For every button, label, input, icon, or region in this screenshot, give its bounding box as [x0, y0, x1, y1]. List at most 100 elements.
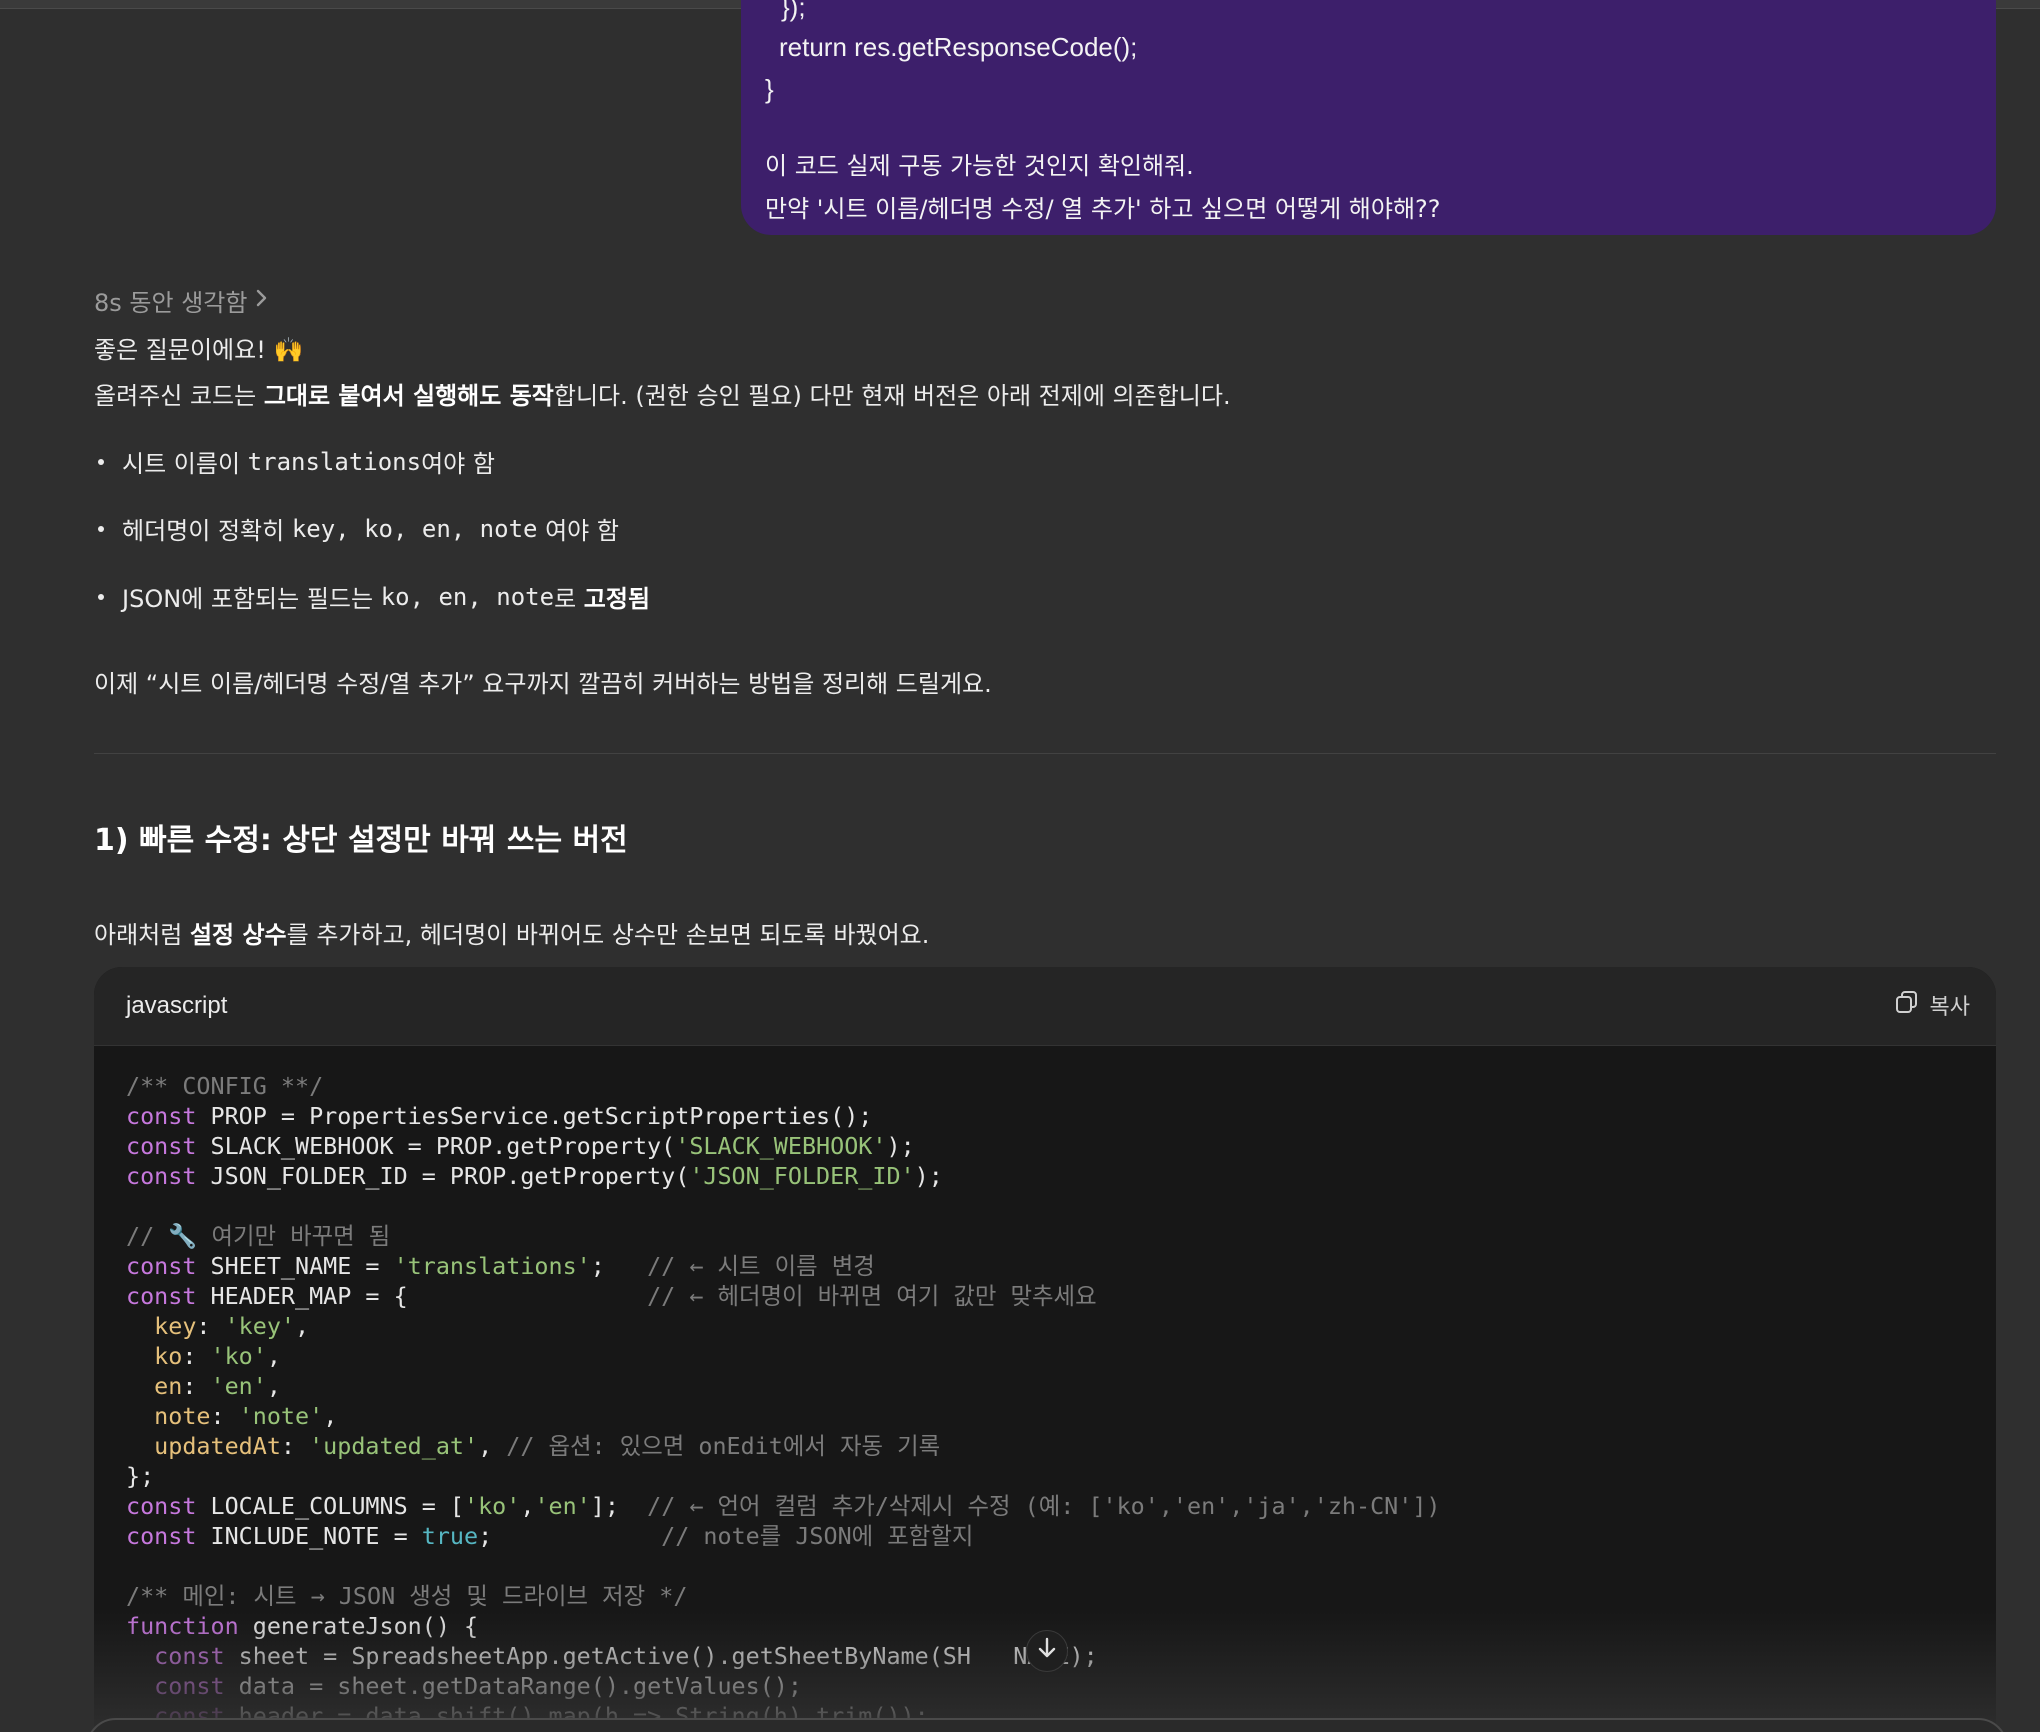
chevron-right-icon	[255, 288, 269, 314]
section-divider	[94, 753, 1996, 754]
code-token: ,	[520, 1492, 535, 1520]
user-code-line: }	[765, 74, 774, 104]
code-token: ,	[266, 1372, 281, 1400]
list-item: JSON에 포함되는 필드는 ko, en, note 로 고정됨	[94, 579, 650, 614]
code-token: PROP = PropertiesService.getScriptProper…	[196, 1102, 873, 1130]
code-token: 'note'	[238, 1402, 324, 1430]
code-line: key: 'key',	[126, 1311, 1441, 1341]
code-token: const	[126, 1522, 197, 1550]
list-item: 헤더명이 정확히 key, ko, en, note 여야 함	[94, 511, 619, 546]
assistant-paragraph-1: 올려주신 코드는 그대로 붙여서 실행해도 동작합니다. (권한 승인 필요) …	[94, 382, 1231, 410]
code-line: const JSON_FOLDER_ID = PROP.getProperty(…	[126, 1161, 1441, 1191]
code-token: :	[280, 1432, 310, 1460]
code-line: const SHEET_NAME = 'translations'; // ← …	[126, 1251, 1441, 1281]
user-message-bubble: }); return res.getResponseCode(); } 이 코드…	[741, 0, 1996, 235]
code-block: javascript 복사 /** CONFIG **/const PROP =…	[94, 967, 1996, 1732]
user-code-line: });	[781, 0, 806, 22]
code-token: en	[154, 1372, 183, 1400]
section-heading: 1) 빠른 수정: 상단 설정만 바꿔 쓰는 버전	[94, 823, 628, 858]
code-token: };	[126, 1462, 155, 1490]
code-token: LOCALE_COLUMNS = [	[196, 1492, 465, 1520]
code-block-header: javascript 복사	[94, 967, 1996, 1046]
code-token: // 옵션: 있으면 onEdit에서 자동 기록	[506, 1432, 941, 1460]
code-token: 'key'	[224, 1312, 296, 1340]
copy-icon	[1894, 989, 1920, 1021]
user-message-line: 이 코드 실제 구동 가능한 것인지 확인해줘.	[765, 152, 1194, 180]
code-token: ,	[478, 1432, 507, 1460]
code-token: note	[154, 1402, 211, 1430]
code-token: 'en'	[534, 1492, 591, 1520]
code-token: 'JSON_FOLDER_ID'	[689, 1162, 915, 1190]
code-token: ];	[590, 1492, 648, 1520]
code-token: 'ko'	[464, 1492, 521, 1520]
code-token: ,	[295, 1312, 310, 1340]
code-line: note: 'note',	[126, 1401, 1441, 1431]
code-token: ,	[323, 1402, 338, 1430]
code-line: const SLACK_WEBHOOK = PROP.getProperty('…	[126, 1131, 1441, 1161]
code-line: const HEADER_MAP = { // ← 헤더명이 바뀌면 여기 값만…	[126, 1281, 1441, 1311]
code-token: const	[126, 1282, 197, 1310]
code-token: SLACK_WEBHOOK = PROP.getProperty(	[196, 1132, 676, 1160]
code-token: ,	[266, 1342, 281, 1370]
code-token: const	[126, 1162, 197, 1190]
arrow-down-icon	[1037, 1636, 1057, 1667]
code-token: HEADER_MAP = {	[196, 1282, 648, 1310]
code-token: JSON_FOLDER_ID = PROP.getProperty(	[196, 1162, 690, 1190]
assistant-intro: 좋은 질문이에요! 🙌	[94, 336, 304, 364]
thinking-toggle[interactable]: 8s 동안 생각함	[94, 283, 269, 318]
code-token: updatedAt	[154, 1432, 281, 1460]
code-token: const	[126, 1102, 197, 1130]
copy-label: 복사	[1929, 995, 1970, 1020]
code-token: SHEET_NAME =	[196, 1252, 394, 1280]
code-token: 'ko'	[210, 1342, 267, 1370]
code-line: updatedAt: 'updated_at', // 옵션: 있으면 onEd…	[126, 1431, 1441, 1461]
assistant-paragraph-3: 아래처럼 설정 상수를 추가하고, 헤더명이 바뀌어도 상수만 손보면 되도록 …	[94, 921, 930, 949]
code-line: const PROP = PropertiesService.getScript…	[126, 1101, 1441, 1131]
code-token: const	[126, 1252, 197, 1280]
code-token: sheet = SpreadsheetApp.getActive().getSh…	[224, 1642, 971, 1670]
code-line: /** CONFIG **/	[126, 1071, 1441, 1101]
code-line: const sheet = SpreadsheetApp.getActive()…	[126, 1641, 1441, 1671]
list-item: 시트 이름이 translations 여야 함	[94, 444, 495, 479]
assistant-paragraph-2: 이제 “시트 이름/헤더명 수정/열 추가” 요구까지 깔끔히 커버하는 방법을…	[94, 670, 992, 698]
code-token: // 🔧 여기만 바꾸면 됨	[126, 1222, 391, 1250]
code-language-label: javascript	[126, 992, 228, 1019]
user-code-line: return res.getResponseCode();	[779, 32, 1138, 62]
code-token: /** 메인: 시트 → JSON 생성 및 드라이브 저장 */	[126, 1582, 688, 1610]
code-line: };	[126, 1461, 1441, 1491]
code-token: const	[126, 1492, 197, 1520]
code-token: :	[182, 1372, 211, 1400]
code-line: const data = sheet.getDataRange().getVal…	[126, 1671, 1441, 1701]
copy-button[interactable]: 복사	[1894, 989, 1970, 1021]
code-token: /** CONFIG **/	[126, 1072, 324, 1100]
scroll-to-bottom-button[interactable]	[1026, 1630, 1068, 1672]
code-token: // note를 JSON에 포함할지	[661, 1522, 974, 1550]
code-token: key	[154, 1312, 197, 1340]
code-token: const	[126, 1132, 197, 1160]
code-line: en: 'en',	[126, 1371, 1441, 1401]
code-token: 'en'	[210, 1372, 267, 1400]
code-token: :	[182, 1342, 211, 1370]
code-token: true	[421, 1522, 479, 1550]
code-token: function	[126, 1612, 239, 1640]
message-composer[interactable]	[86, 1718, 2008, 1732]
code-line: ko: 'ko',	[126, 1341, 1441, 1371]
code-line: // 🔧 여기만 바꾸면 됨	[126, 1221, 1441, 1251]
code-token: :	[210, 1402, 239, 1430]
code-token: const	[154, 1672, 225, 1700]
code-token: 'translations'	[393, 1252, 591, 1280]
code-token: ko	[154, 1342, 183, 1370]
code-token: const	[154, 1642, 225, 1670]
code-token: ;	[478, 1522, 662, 1550]
code-token: ;	[590, 1252, 648, 1280]
code-token: generateJson() {	[238, 1612, 479, 1640]
